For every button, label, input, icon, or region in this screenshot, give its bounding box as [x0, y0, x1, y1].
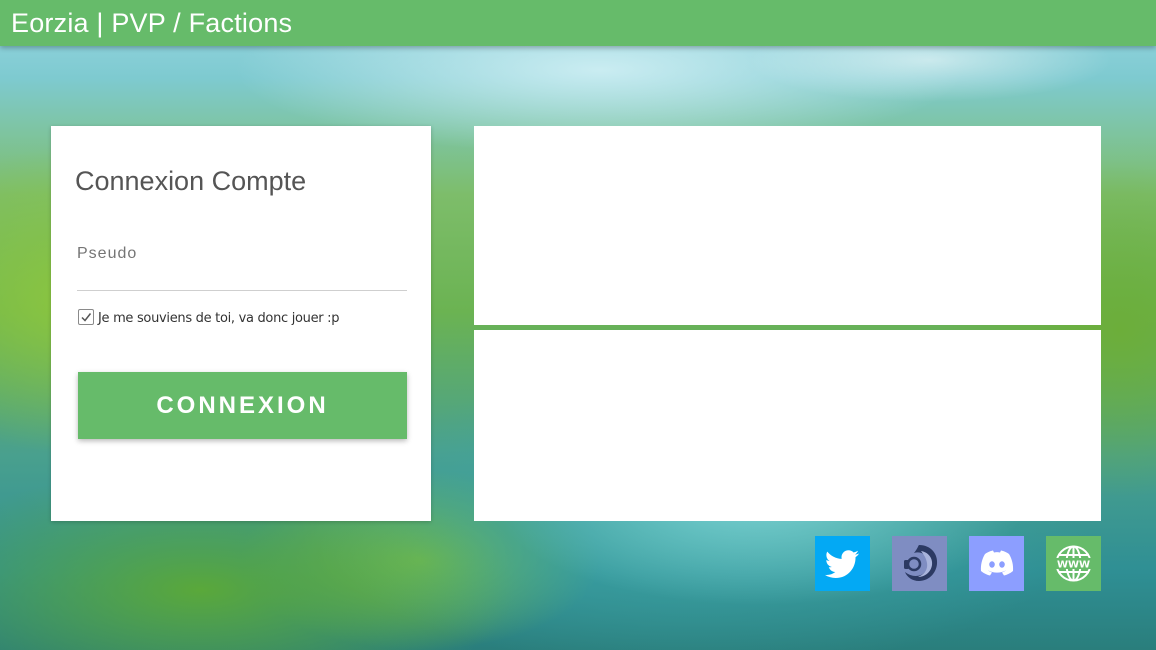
discord-button[interactable]: [969, 536, 1024, 591]
app-title: Eorzia | PVP / Factions: [11, 8, 293, 38]
remember-label: Je me souviens de toi, va donc jouer :p: [98, 311, 340, 326]
connexion-button[interactable]: CONNEXION: [78, 372, 407, 439]
pseudo-label: Pseudo: [77, 245, 138, 262]
website-button[interactable]: WWW: [1046, 536, 1101, 591]
remember-checkbox[interactable]: [78, 309, 94, 325]
pseudo-input[interactable]: [77, 266, 407, 292]
login-card: Connexion Compte Pseudo Je me souviens d…: [51, 126, 431, 521]
teamspeak-button[interactable]: [892, 536, 947, 591]
twitter-icon: [824, 550, 859, 578]
twitter-button[interactable]: [815, 536, 870, 591]
pseudo-underline: [77, 290, 407, 291]
globe-www-icon: WWW: [1053, 545, 1094, 582]
content-panel-top: [474, 126, 1101, 325]
login-title: Connexion Compte: [75, 166, 307, 196]
discord-icon: [980, 550, 1014, 576]
teamspeak-icon: [904, 545, 938, 581]
check-icon: [81, 313, 92, 322]
svg-text:WWW: WWW: [1057, 560, 1090, 571]
content-panel-bottom: [474, 330, 1101, 521]
top-app-bar: Eorzia | PVP / Factions: [0, 0, 1156, 46]
